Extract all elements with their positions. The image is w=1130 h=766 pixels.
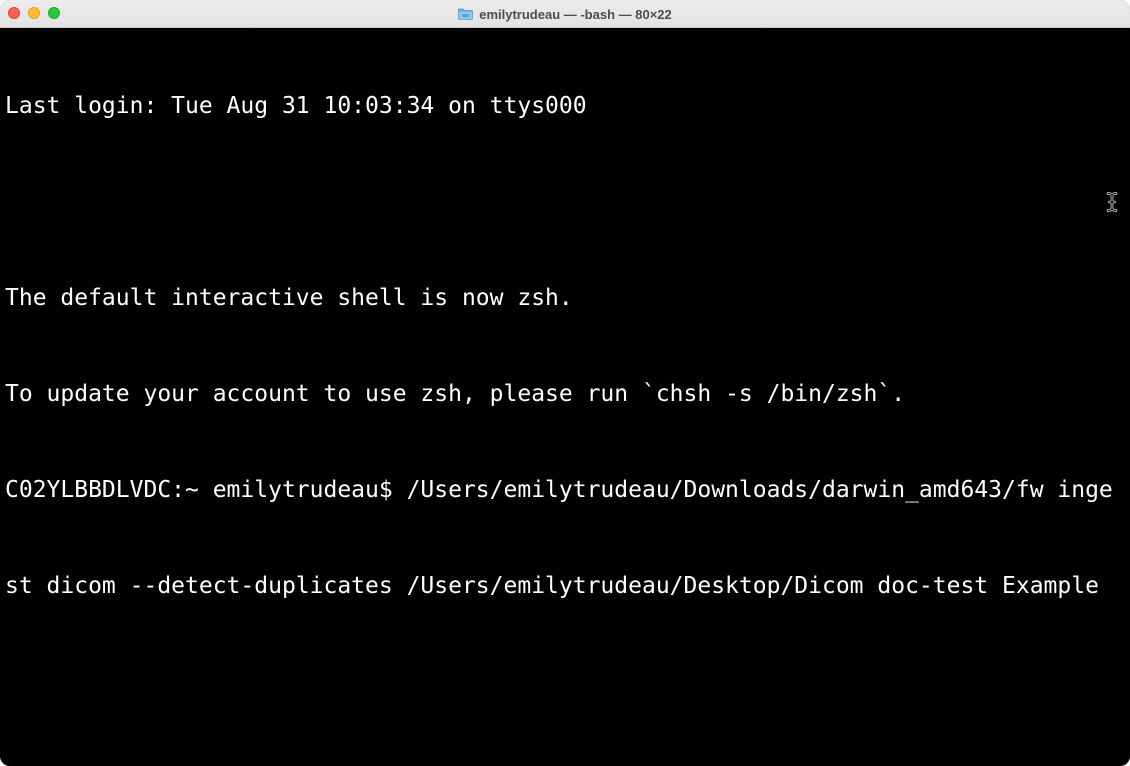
window-title: emilytrudeau — -bash — 80×22: [479, 6, 672, 22]
terminal-line-login: Last login: Tue Aug 31 10:03:34 on ttys0…: [5, 93, 587, 119]
ibeam-cursor-icon: [1106, 192, 1118, 212]
terminal-window: emilytrudeau — -bash — 80×22 Last login:…: [0, 0, 1130, 766]
terminal-content[interactable]: Last login: Tue Aug 31 10:03:34 on ttys0…: [0, 28, 1130, 766]
folder-icon: [458, 8, 474, 20]
terminal-line-command-2: st dicom --detect-duplicates /Users/emil…: [5, 573, 1099, 599]
terminal-line-command-1: C02YLBBDLVDC:~ emilytrudeau$ /Users/emil…: [5, 477, 1113, 503]
terminal-line-update-hint: To update your account to use zsh, pleas…: [5, 381, 906, 407]
terminal-line-shell-notice: The default interactive shell is now zsh…: [5, 285, 573, 311]
window-title-area: emilytrudeau — -bash — 80×22: [0, 0, 1130, 28]
terminal-output: Last login: Tue Aug 31 10:03:34 on ttys0…: [5, 28, 1130, 666]
title-bar[interactable]: emilytrudeau — -bash — 80×22: [0, 0, 1130, 28]
